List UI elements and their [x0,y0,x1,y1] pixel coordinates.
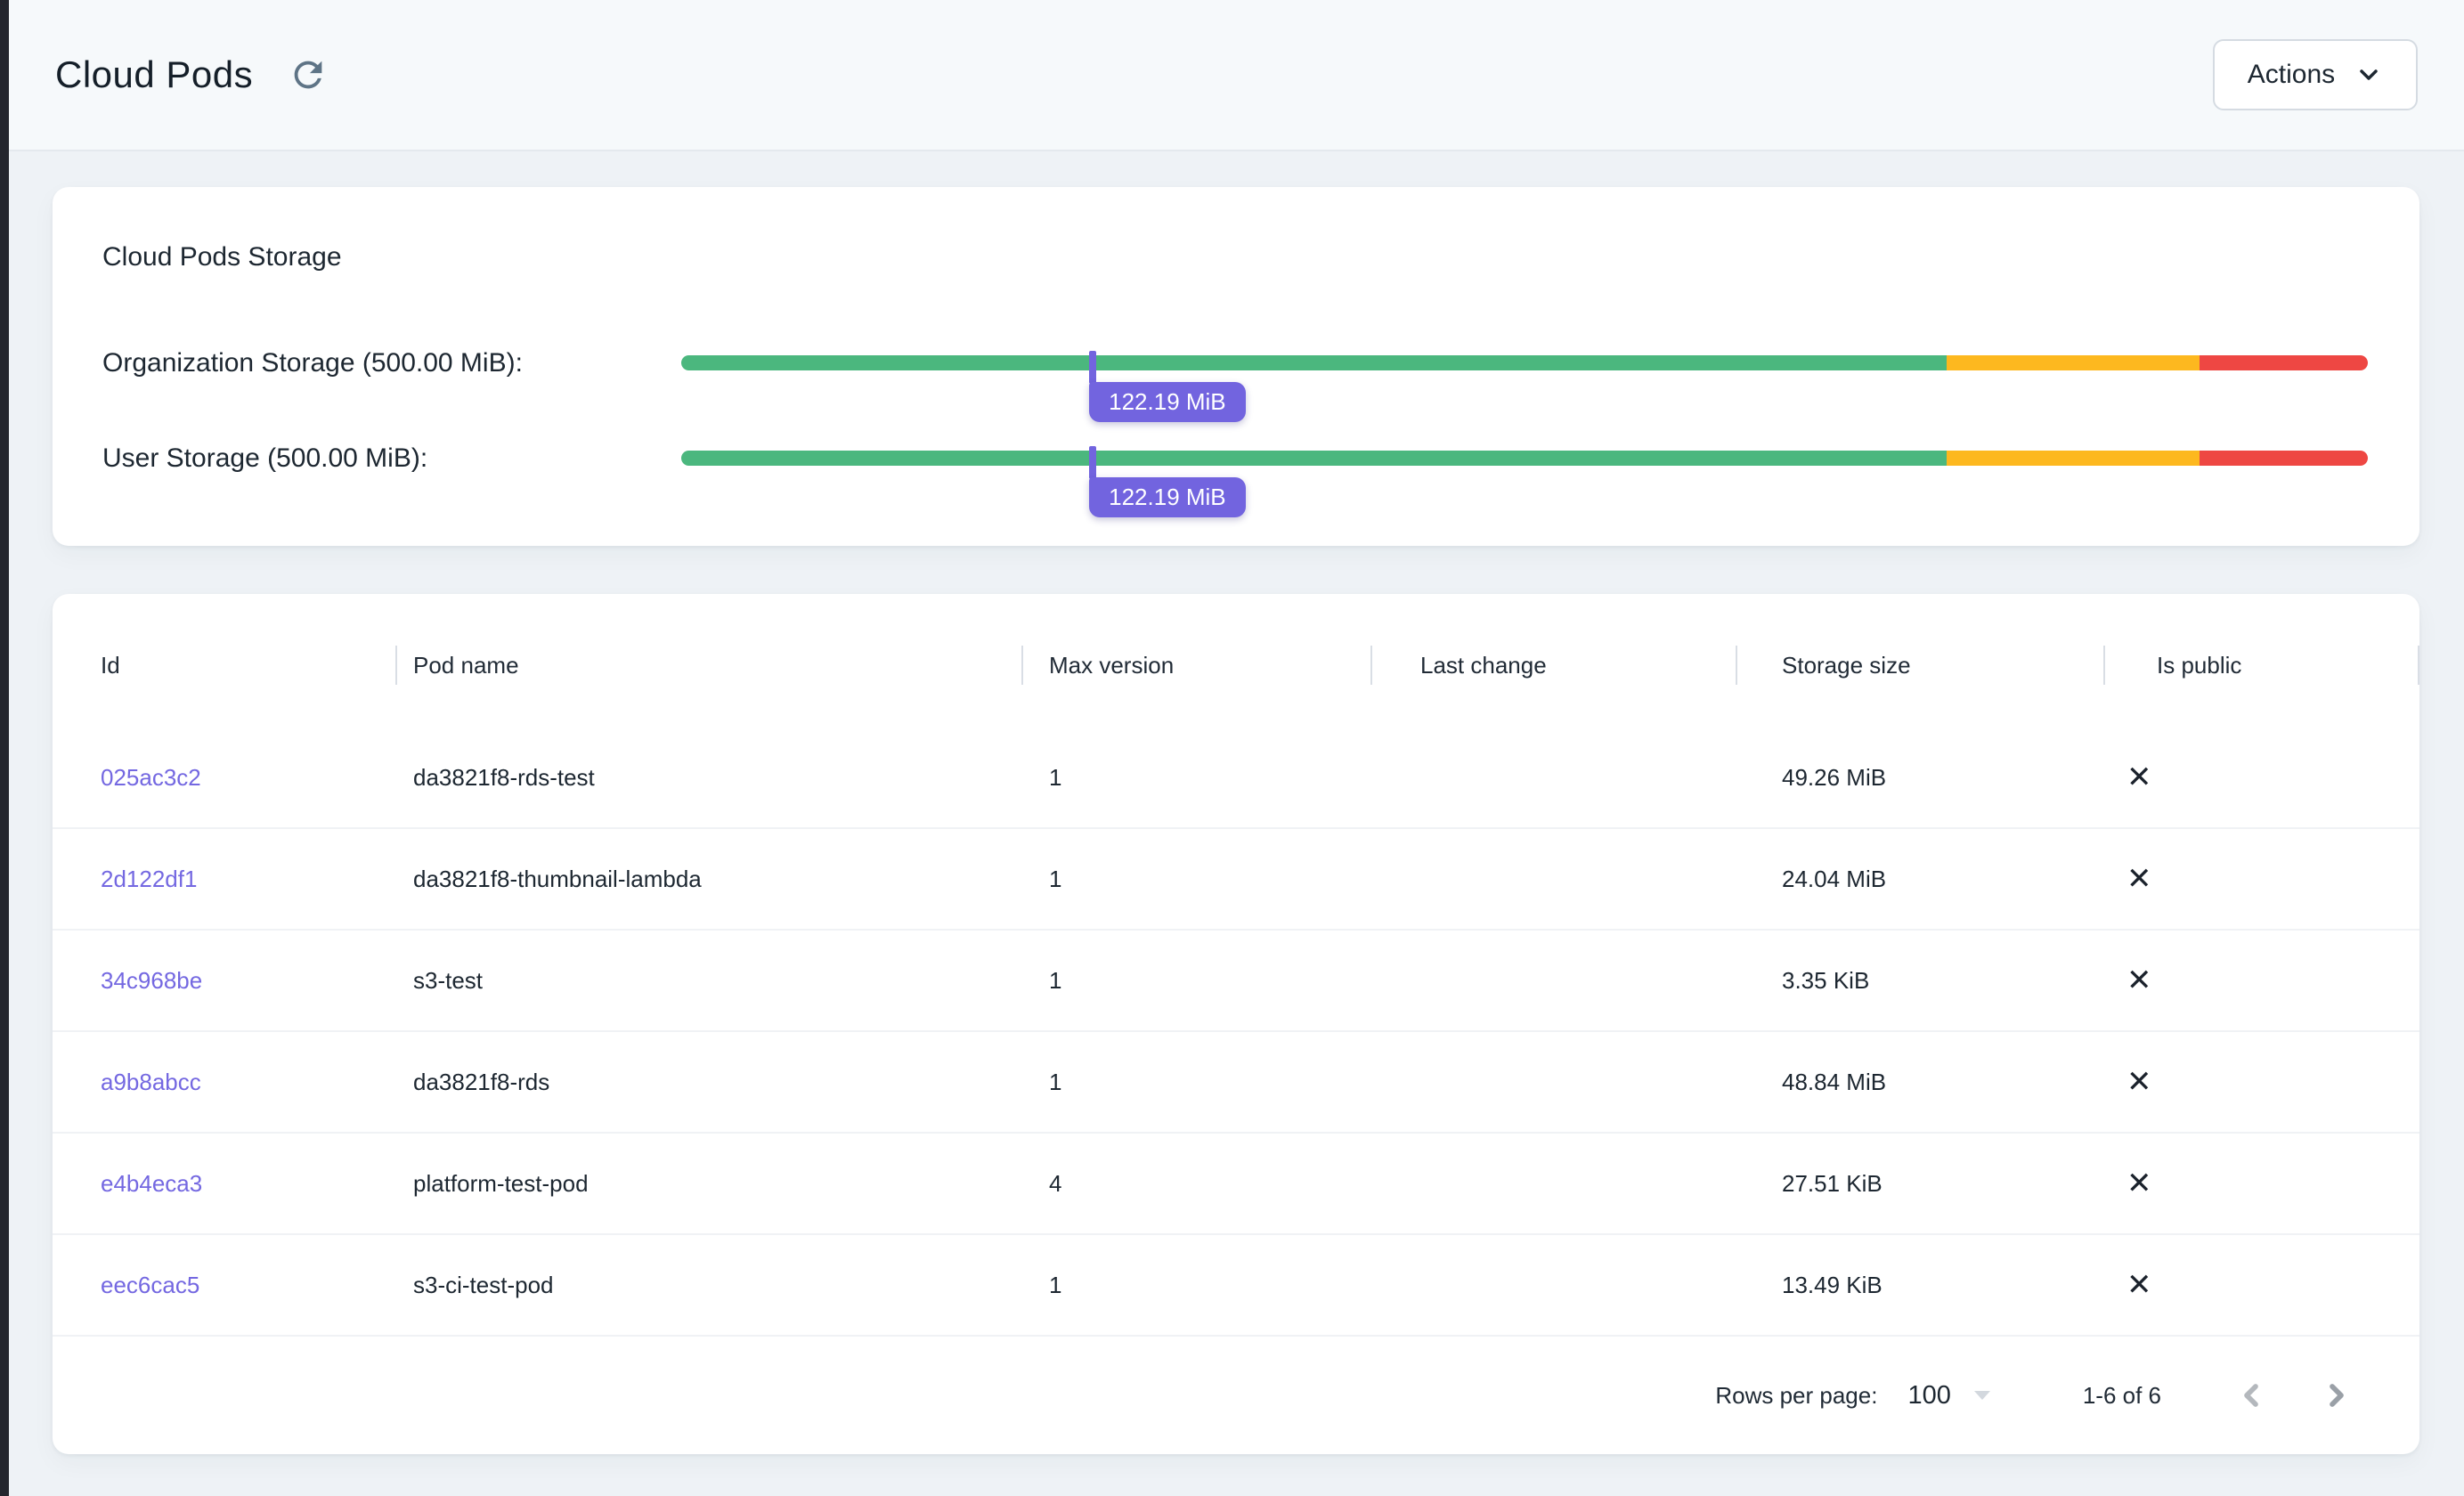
meter-segment-amber [1947,451,2200,466]
pod-id-link[interactable]: 025ac3c2 [101,764,201,791]
column-header-max-version[interactable]: Max version [1021,603,1370,728]
meter-segment-green [681,451,1947,466]
table-pagination-footer: Rows per page: 100 1-6 of 6 [53,1337,2419,1454]
pod-name-cell: s3-ci-test-pod [395,1272,1021,1299]
storage-size-cell: 49.26 MiB [1736,764,2103,792]
table-row: 025ac3c2 da3821f8-rds-test 1 49.26 MiB ✕ [53,728,2419,829]
storage-size-cell: 13.49 KiB [1736,1272,2103,1299]
page-header: Cloud Pods Actions [9,0,2464,151]
next-page-button[interactable] [2305,1364,2368,1427]
pod-id-link[interactable]: e4b4eca3 [101,1170,202,1197]
table-row: 34c968be s3-test 1 3.35 KiB ✕ [53,931,2419,1032]
rows-per-page-select[interactable]: 100 [1907,1381,1989,1411]
actions-button[interactable]: Actions [2213,39,2418,110]
organization-storage-meter [681,355,2368,370]
user-storage-row: User Storage (500.00 MiB): 122.19 MiB [53,441,2419,476]
chevron-left-icon [2233,1378,2269,1413]
cloud-pods-table-card: Id Pod name Max version Last change Stor… [53,594,2419,1454]
refresh-icon [288,54,329,95]
chevron-right-icon [2319,1378,2354,1413]
table-header-row: Id Pod name Max version Last change Stor… [53,594,2419,728]
max-version-cell: 1 [1021,866,1370,893]
meter-segment-green [681,355,1947,370]
refresh-button[interactable] [280,46,337,103]
column-header-is-public[interactable]: Is public [2103,603,2419,728]
not-public-icon: ✕ [2127,963,2152,998]
rows-per-page-value: 100 [1907,1381,1950,1411]
rows-per-page-label: Rows per page: [1715,1382,1877,1410]
table-row: 2d122df1 da3821f8-thumbnail-lambda 1 24.… [53,829,2419,931]
previous-page-button[interactable] [2220,1364,2282,1427]
max-version-cell: 1 [1021,967,1370,995]
pagination-range-label: 1-6 of 6 [2083,1382,2161,1410]
collapsed-sidebar-edge [0,0,9,1496]
storage-size-cell: 27.51 KiB [1736,1170,2103,1198]
pod-name-cell: da3821f8-rds-test [395,764,1021,792]
user-storage-meter [681,451,2368,466]
chevron-down-icon [2354,61,2383,89]
usage-tooltip: 122.19 MiB [1089,382,1246,422]
table-row: a9b8abcc da3821f8-rds 1 48.84 MiB ✕ [53,1032,2419,1134]
column-header-pod-name[interactable]: Pod name [395,603,1021,728]
pod-name-cell: da3821f8-rds [395,1069,1021,1096]
dropdown-arrow-icon [1974,1391,1990,1400]
pod-id-link[interactable]: eec6cac5 [101,1272,199,1298]
pod-id-link[interactable]: 2d122df1 [101,866,197,892]
actions-button-label: Actions [2248,60,2335,90]
meter-segment-amber [1947,355,2200,370]
table-row: e4b4eca3 platform-test-pod 4 27.51 KiB ✕ [53,1134,2419,1235]
user-storage-label: User Storage (500.00 MiB): [102,441,427,476]
column-header-last-change[interactable]: Last change [1370,603,1736,728]
usage-tooltip: 122.19 MiB [1089,477,1246,517]
storage-size-cell: 48.84 MiB [1736,1069,2103,1096]
not-public-icon: ✕ [2127,1064,2152,1100]
meter-segment-red [2200,355,2368,370]
not-public-icon: ✕ [2127,760,2152,795]
organization-storage-label: Organization Storage (500.00 MiB): [102,346,523,381]
storage-size-cell: 3.35 KiB [1736,967,2103,995]
meter-segment-red [2200,451,2368,466]
pod-name-cell: platform-test-pod [395,1170,1021,1198]
pod-name-cell: da3821f8-thumbnail-lambda [395,866,1021,893]
storage-card-title: Cloud Pods Storage [102,242,342,272]
max-version-cell: 1 [1021,1069,1370,1096]
storage-size-cell: 24.04 MiB [1736,866,2103,893]
page-title: Cloud Pods [55,53,253,96]
pod-name-cell: s3-test [395,967,1021,995]
column-header-storage-size[interactable]: Storage size [1736,603,2103,728]
max-version-cell: 4 [1021,1170,1370,1198]
pod-id-link[interactable]: a9b8abcc [101,1069,201,1095]
pod-id-link[interactable]: 34c968be [101,967,202,994]
table-row: eec6cac5 s3-ci-test-pod 1 13.49 KiB ✕ [53,1235,2419,1337]
not-public-icon: ✕ [2127,861,2152,897]
column-header-id[interactable]: Id [53,603,395,728]
organization-storage-row: Organization Storage (500.00 MiB): 122.1… [53,346,2419,381]
not-public-icon: ✕ [2127,1166,2152,1201]
cloud-pods-storage-card: Cloud Pods Storage Organization Storage … [53,187,2419,546]
max-version-cell: 1 [1021,764,1370,792]
max-version-cell: 1 [1021,1272,1370,1299]
not-public-icon: ✕ [2127,1267,2152,1303]
